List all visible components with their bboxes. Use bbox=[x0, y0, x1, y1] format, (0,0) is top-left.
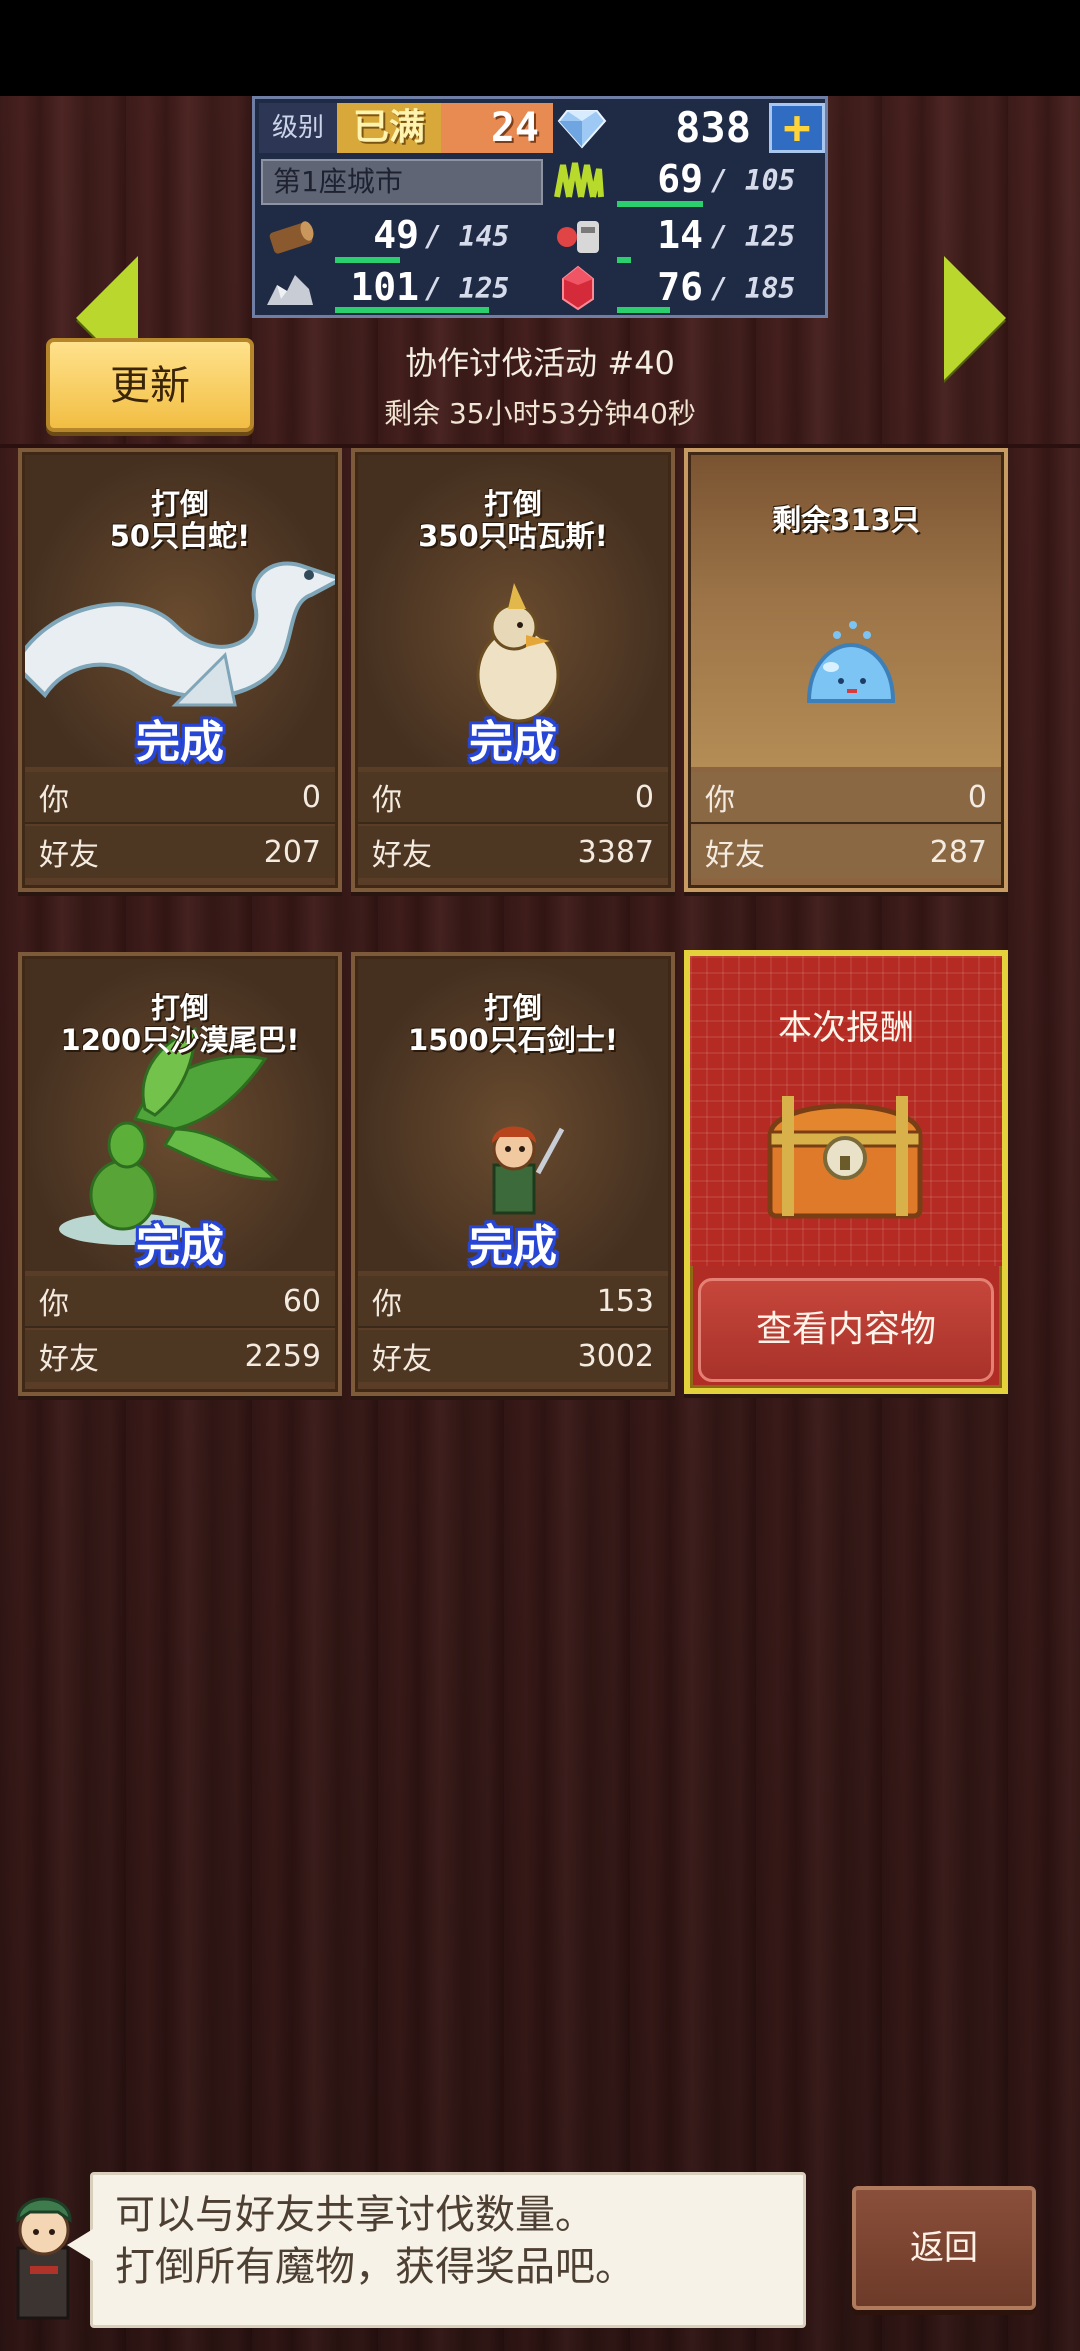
hint-bubble: 可以与好友共享讨伐数量。 打倒所有魔物，获得奖品吧。 bbox=[67, 2172, 806, 2328]
you-row: 你 0 bbox=[25, 772, 335, 824]
quest-card-stone-swordsman[interactable]: 打倒 1500只石剑士! 完成 你 153 好友 3002 bbox=[351, 952, 675, 1396]
ore-bar bbox=[335, 307, 489, 313]
friend-value: 3002 bbox=[577, 1338, 654, 1374]
friend-label: 好友 bbox=[372, 1342, 432, 1377]
quest-task: 打倒 1500只石剑士! bbox=[408, 991, 618, 1057]
level-value: 24 bbox=[441, 103, 553, 153]
complete-label: 完成 bbox=[469, 1221, 557, 1272]
ruby-icon bbox=[562, 265, 594, 311]
ruby-value: 76 bbox=[657, 265, 703, 309]
ore-value: 101 bbox=[350, 265, 419, 309]
ruby-max: / 185 bbox=[711, 272, 796, 305]
reward-title: 本次报酬 bbox=[778, 1008, 914, 1048]
you-row: 你 0 bbox=[691, 772, 1001, 824]
grass-value: 69 bbox=[657, 157, 703, 201]
refresh-button[interactable]: 更新 bbox=[46, 338, 254, 432]
grass-max: / 105 bbox=[711, 164, 796, 197]
city-name: 第1座城市 bbox=[261, 159, 543, 205]
friend-value: 2259 bbox=[244, 1338, 321, 1374]
diamond-icon bbox=[557, 110, 607, 149]
quest-task: 打倒 350只咕瓦斯! bbox=[418, 487, 608, 553]
you-value: 153 bbox=[596, 1283, 654, 1319]
complete-label: 完成 bbox=[469, 717, 557, 768]
complete-label: 完成 bbox=[136, 1221, 224, 1272]
level-label: 级别 bbox=[259, 103, 337, 153]
friend-value: 287 bbox=[929, 834, 987, 870]
wood-max: / 145 bbox=[425, 220, 510, 253]
wood-value: 49 bbox=[373, 213, 419, 257]
ore-icon bbox=[267, 275, 313, 305]
food-value: 14 bbox=[657, 213, 703, 257]
food-icon bbox=[557, 221, 599, 253]
next-arrow-icon[interactable] bbox=[944, 256, 1006, 380]
quest-remaining: 剩余313只 bbox=[772, 503, 920, 537]
you-row: 你 60 bbox=[25, 1276, 335, 1328]
you-value: 0 bbox=[301, 779, 321, 815]
you-row: 你 0 bbox=[358, 772, 668, 824]
friend-label: 好友 bbox=[39, 1342, 99, 1377]
grass-bar bbox=[617, 201, 703, 207]
food-max: / 125 bbox=[711, 220, 796, 253]
hint-line-1: 可以与好友共享讨伐数量。 bbox=[115, 2192, 595, 2238]
friend-row: 好友 2259 bbox=[25, 1330, 335, 1382]
back-button[interactable]: 返回 bbox=[852, 2186, 1036, 2310]
you-label: 你 bbox=[372, 1287, 402, 1322]
friend-label: 好友 bbox=[705, 838, 765, 873]
friend-value: 207 bbox=[263, 834, 321, 870]
you-label: 你 bbox=[372, 783, 402, 818]
level-max-badge: 已满 bbox=[337, 103, 441, 153]
you-value: 0 bbox=[634, 779, 654, 815]
you-value: 60 bbox=[282, 1283, 321, 1319]
quest-card-white-snake[interactable]: 打倒 50只白蛇! 完成 你 0 好友 207 bbox=[18, 448, 342, 892]
quest-task: 打倒 50只白蛇! bbox=[109, 487, 251, 553]
gem-count: 838 bbox=[675, 103, 751, 152]
friend-row: 好友 287 bbox=[691, 826, 1001, 878]
ruby-bar bbox=[617, 307, 670, 313]
friend-row: 好友 207 bbox=[25, 826, 335, 878]
friend-value: 3387 bbox=[577, 834, 654, 870]
monster-art bbox=[691, 455, 1001, 767]
treasure-chest-icon bbox=[767, 1096, 923, 1219]
event-time-remaining: 剩余 35小时53分钟40秒 bbox=[384, 397, 696, 430]
wood-log-icon bbox=[269, 221, 314, 254]
you-label: 你 bbox=[39, 1287, 69, 1322]
quest-card-slime[interactable]: 剩余313只 你 0 好友 287 bbox=[684, 448, 1008, 892]
complete-label: 完成 bbox=[136, 717, 224, 768]
friend-row: 好友 3387 bbox=[358, 826, 668, 878]
hint-line-2: 打倒所有魔物，获得奖品吧。 bbox=[115, 2244, 635, 2290]
add-gems-button[interactable]: + bbox=[769, 103, 825, 153]
friend-row: 好友 3002 bbox=[358, 1330, 668, 1382]
event-title: 协作讨伐活动 #40 bbox=[405, 344, 675, 382]
friend-label: 好友 bbox=[372, 838, 432, 873]
you-row: 你 153 bbox=[358, 1276, 668, 1328]
food-bar bbox=[617, 257, 631, 263]
slime-monster-icon bbox=[806, 621, 896, 703]
quest-task: 打倒 1200只沙漠尾巴! bbox=[60, 991, 300, 1057]
view-contents-button[interactable]: 查看内容物 bbox=[698, 1278, 994, 1382]
reward-panel: 本次报酬 查看内容物 bbox=[684, 950, 1008, 1394]
grass-icon bbox=[554, 162, 604, 198]
you-value: 0 bbox=[967, 779, 987, 815]
game-background: 级别 已满 24 838 + 第1座城市 69 / 105 49 / 145 1… bbox=[0, 96, 1080, 2351]
stats-panel: 级别 已满 24 838 + 第1座城市 69 / 105 49 / 145 1… bbox=[252, 96, 828, 318]
quest-card-duck[interactable]: 打倒 350只咕瓦斯! 完成 你 0 好友 3387 bbox=[351, 448, 675, 892]
you-label: 你 bbox=[39, 783, 69, 818]
friend-label: 好友 bbox=[39, 838, 99, 873]
you-label: 你 bbox=[705, 783, 735, 818]
wood-bar bbox=[335, 257, 400, 263]
quest-card-desert-tail[interactable]: 打倒 1200只沙漠尾巴! 完成 你 60 好友 2259 bbox=[18, 952, 342, 1396]
